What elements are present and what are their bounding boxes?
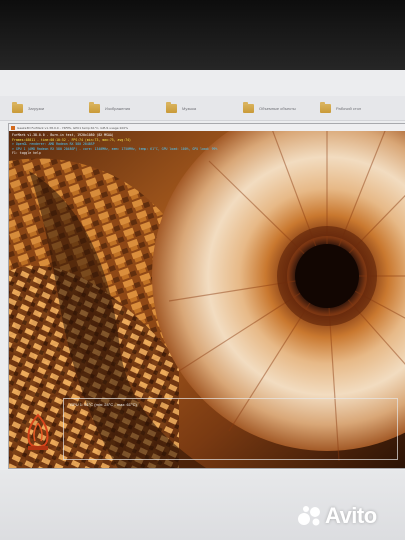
avito-watermark: Avito [297, 503, 377, 529]
quick-access-label: Рабочий стол [336, 105, 362, 111]
render-viewport: FurMark v1.38.0.0 - Burn-in test, 1920x1… [9, 131, 405, 468]
quick-access-label: Музыка [182, 105, 197, 111]
app-icon [11, 125, 15, 130]
window-title-bar[interactable]: Geeks3D FurMark v1.38.0.0 - 74FPS, GPU1 … [9, 124, 405, 131]
gpu-graph-label: GPU 1: 61°C (min: 24°C - max: 61°C) [70, 402, 137, 407]
quick-access-item-music[interactable]: Музыка [154, 101, 231, 113]
quick-access-item-downloads[interactable]: Загрузки [0, 101, 77, 113]
folder-icon [12, 101, 23, 113]
furmark-window[interactable]: Geeks3D FurMark v1.38.0.0 - 74FPS, GPU1 … [8, 123, 405, 469]
overlay-gpu-info: > GPU 1 (AMD Radeon RX 580 2048SP) - cor… [12, 146, 218, 151]
avito-brand-text: Avito [325, 503, 377, 528]
monitor-bezel [0, 0, 405, 70]
quick-access-label: Объемные объекты [259, 105, 296, 111]
folder-icon [89, 101, 100, 113]
quick-access-item-pictures[interactable]: Изображения [77, 101, 154, 113]
quick-access-label: Загрузки [28, 105, 45, 111]
folder-icon [166, 101, 177, 113]
overlay-help: F1: toggle help [12, 151, 41, 156]
window-title: Geeks3D FurMark v1.38.0.0 - 74FPS, GPU1 … [17, 125, 129, 130]
avito-logo-icon [298, 506, 320, 526]
gpu-temperature-graph: GPU 1: 61°C (min: 24°C - max: 61°C) [63, 398, 398, 460]
quick-access-item-3d-objects[interactable]: Объемные объекты [231, 101, 308, 113]
stats-overlay: FurMark v1.38.0.0 - Burn-in test, 1920x1… [12, 133, 217, 156]
furmark-logo [27, 413, 49, 450]
quick-access-label: Изображения [105, 105, 131, 111]
folder-icon [320, 101, 331, 113]
monitor-screen: Загрузки Изображения Музыка Объемные объ… [0, 70, 405, 540]
folder-icon [243, 101, 254, 113]
explorer-quick-access-bar: Загрузки Изображения Музыка Объемные объ… [0, 96, 405, 121]
quick-access-item-desktop[interactable]: Рабочий стол [308, 101, 385, 113]
